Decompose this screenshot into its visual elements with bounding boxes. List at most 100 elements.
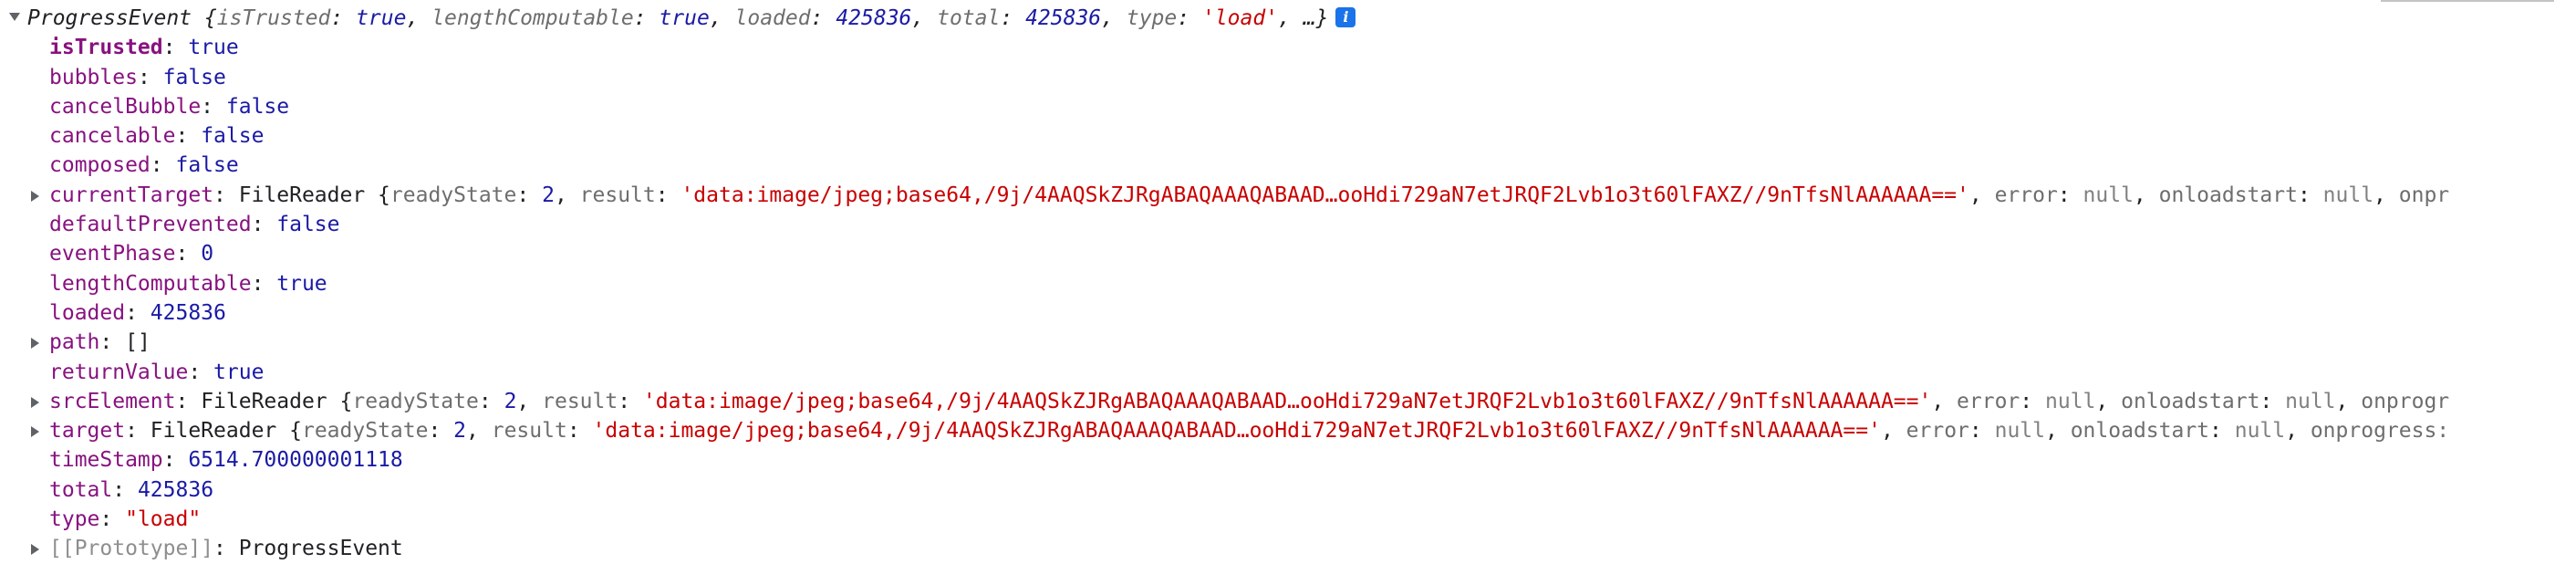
property-value: false [175, 153, 239, 178]
inline-value: 2 [504, 389, 517, 413]
inline-value: 2 [542, 183, 555, 207]
inline-value: null [2234, 419, 2286, 444]
property-key: lengthComputable [49, 271, 252, 296]
property-key: type [49, 507, 100, 532]
property-row-istrusted: isTrusted: true [49, 36, 239, 60]
property-value: false [162, 65, 226, 89]
summary-key: loaded [734, 6, 811, 30]
object-class-name: FileReader [201, 389, 327, 413]
property-row-cancelable: cancelable: false [49, 124, 265, 149]
property-value: 6514.700000001118 [188, 448, 403, 473]
disclosure-triangle-expanded-icon[interactable] [9, 13, 20, 21]
property-row-defaultprevented: defaultPrevented: false [49, 213, 340, 237]
summary-key: lengthComputable [431, 6, 634, 30]
property-value: "load" [125, 507, 202, 532]
property-key: isTrusted [49, 36, 163, 60]
property-value: 425836 [150, 300, 226, 325]
property-key: composed [49, 153, 151, 178]
property-key: path [49, 330, 100, 355]
inline-key: error [1957, 389, 2020, 413]
property-value: 425836 [137, 477, 214, 502]
property-row-loaded: loaded: 425836 [49, 300, 226, 325]
inline-value: null [2322, 183, 2374, 207]
inline-key: result [542, 389, 618, 413]
property-key: srcElement [49, 389, 176, 413]
property-row-prototype[interactable]: [[Prototype]]: ProgressEvent [0, 534, 2576, 563]
object-class-name: FileReader [238, 183, 366, 207]
inline-key-truncated: onpr [2398, 183, 2450, 207]
inline-key: error [1906, 419, 1969, 444]
summary-key: isTrusted [216, 6, 331, 30]
property-key: timeStamp [49, 448, 163, 473]
progress-event-summary[interactable]: ProgressEvent {isTrusted: true, lengthCo… [0, 4, 2576, 33]
summary-value: 'load' [1201, 6, 1279, 30]
summary-ellipsis: …} [1303, 6, 1329, 30]
property-key: currentTarget [49, 183, 214, 207]
inline-key-truncated: onprogress: [2310, 419, 2450, 444]
property-value: true [276, 271, 327, 296]
info-icon[interactable]: i [1335, 6, 1356, 27]
summary-value: true [356, 6, 407, 30]
disclosure-triangle-collapsed-icon[interactable] [31, 544, 39, 556]
property-row-composed: composed: false [49, 153, 239, 178]
inline-key: result [579, 183, 656, 207]
property-key: target [49, 419, 126, 444]
inline-value: null [2285, 389, 2336, 413]
property-key: [[Prototype]] [49, 537, 214, 561]
property-key: total [49, 477, 113, 502]
property-key: returnValue [49, 360, 189, 384]
summary-value: true [659, 6, 710, 30]
object-class-name: ProgressEvent [27, 6, 192, 30]
property-key: bubbles [49, 65, 138, 89]
inline-value: null [1994, 419, 2045, 444]
summary-value: 425836 [1025, 6, 1102, 30]
inline-value: 'data:image/jpeg;base64,/9j/4AAQSkZJRgAB… [680, 183, 1969, 207]
property-key: cancelBubble [49, 94, 202, 119]
property-row-bubbles: bubbles: false [49, 65, 226, 89]
disclosure-triangle-collapsed-icon[interactable] [31, 190, 39, 202]
inline-key-truncated: onprogr [2361, 389, 2450, 413]
summary-key: total [937, 6, 1001, 30]
property-row-eventphase: eventPhase: 0 [49, 242, 214, 266]
summary-key: type [1126, 6, 1178, 30]
inline-key: readyState [390, 183, 517, 207]
property-key: loaded [49, 300, 126, 325]
property-row-lengthcomputable: lengthComputable: true [49, 271, 327, 296]
property-row-returnvalue: returnValue: true [49, 360, 265, 384]
inline-value: null [2083, 183, 2134, 207]
property-key: defaultPrevented [49, 213, 252, 237]
property-row-type: type: "load" [49, 507, 202, 532]
inline-key: onloadstart [2158, 183, 2298, 207]
inline-value: null [2045, 389, 2096, 413]
property-row-currenttarget[interactable]: currentTarget: FileReader {readyState: 2… [0, 181, 2576, 210]
property-row-target[interactable]: target: FileReader {readyState: 2, resul… [0, 416, 2576, 445]
property-row-srcelement[interactable]: srcElement: FileReader {readyState: 2, r… [0, 387, 2576, 416]
disclosure-triangle-collapsed-icon[interactable] [31, 396, 39, 408]
property-key: cancelable [49, 124, 176, 149]
property-value: [] [125, 330, 151, 355]
inline-value: 'data:image/jpeg;base64,/9j/4AAQSkZJRgAB… [592, 419, 1881, 444]
property-value: 0 [201, 242, 214, 266]
property-value: true [213, 360, 265, 384]
inline-key: error [1994, 183, 2058, 207]
property-value: true [188, 36, 239, 60]
disclosure-triangle-collapsed-icon[interactable] [31, 338, 39, 350]
inline-key: onloadstart [2070, 419, 2210, 444]
inline-value: 2 [453, 419, 467, 444]
property-row-cancelbubble: cancelBubble: false [49, 94, 290, 119]
property-value: false [276, 213, 340, 237]
disclosure-triangle-collapsed-icon[interactable] [31, 426, 39, 438]
property-row-path[interactable]: path: [] [0, 328, 2576, 357]
property-value: ProgressEvent [238, 537, 403, 561]
inline-key: result [491, 419, 567, 444]
property-value: false [225, 94, 290, 119]
property-value: false [201, 124, 265, 149]
console-object-tree: ProgressEvent {isTrusted: true, lengthCo… [0, 4, 2576, 564]
object-class-name: FileReader [150, 419, 277, 444]
inline-key: readyState [301, 419, 429, 444]
inline-value: 'data:image/jpeg;base64,/9j/4AAQSkZJRgAB… [642, 389, 1932, 413]
inline-key: onloadstart [2121, 389, 2260, 413]
property-key: eventPhase [49, 242, 176, 266]
property-row-timestamp: timeStamp: 6514.700000001118 [49, 448, 403, 473]
property-row-total: total: 425836 [49, 477, 214, 502]
